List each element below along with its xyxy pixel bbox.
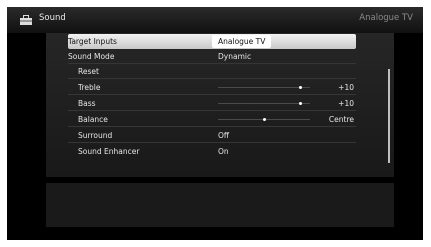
- slider-value: Centre: [328, 115, 354, 124]
- divider: [68, 94, 356, 95]
- menu-item-sound-enhancer[interactable]: Sound Enhancer On: [68, 144, 356, 159]
- scrollbar[interactable]: [388, 69, 390, 163]
- menu-item-value: Dynamic: [218, 52, 252, 61]
- menu-item-target-inputs[interactable]: Target Inputs Analogue TV: [68, 34, 356, 49]
- menu-item-label: Balance: [78, 115, 108, 124]
- balance-slider[interactable]: [218, 118, 310, 121]
- header-bar: Sound Analogue TV: [7, 7, 423, 33]
- slider-knob[interactable]: [299, 86, 303, 89]
- menu-item-balance[interactable]: Balance Centre: [68, 112, 356, 127]
- divider: [68, 142, 356, 143]
- sound-menu: Target Inputs Analogue TV Sound Mode Dyn…: [46, 33, 394, 177]
- toolbox-icon: [20, 15, 32, 25]
- treble-slider[interactable]: [218, 86, 310, 89]
- menu-item-value: On: [218, 147, 229, 156]
- menu-item-label: Treble: [78, 83, 101, 92]
- menu-item-sound-mode[interactable]: Sound Mode Dynamic: [68, 49, 356, 64]
- tv-screen: Sound Analogue TV Target Inputs Analogue…: [7, 7, 423, 240]
- bass-slider[interactable]: [218, 102, 310, 105]
- menu-item-value[interactable]: Analogue TV: [212, 35, 272, 48]
- menu-item-label: Target Inputs: [68, 37, 117, 46]
- description-panel: [46, 183, 394, 227]
- slider-value: +10: [338, 99, 354, 108]
- input-source-label: Analogue TV: [359, 13, 413, 23]
- menu-item-label: Sound Enhancer: [78, 147, 140, 156]
- page-title: Sound: [39, 13, 66, 23]
- divider: [68, 110, 356, 111]
- slider-value: +10: [338, 83, 354, 92]
- slider-knob[interactable]: [299, 102, 303, 105]
- menu-item-treble[interactable]: Treble +10: [68, 80, 356, 95]
- menu-item-label: Sound Mode: [68, 52, 115, 61]
- slider-knob[interactable]: [262, 118, 266, 121]
- menu-item-value: Off: [218, 131, 230, 140]
- menu-item-label: Surround: [78, 131, 113, 140]
- divider: [68, 126, 356, 127]
- menu-item-reset[interactable]: Reset: [68, 64, 356, 79]
- menu-item-label: Reset: [78, 67, 99, 76]
- divider: [68, 78, 356, 79]
- menu-item-surround[interactable]: Surround Off: [68, 128, 356, 143]
- menu-item-bass[interactable]: Bass +10: [68, 96, 356, 111]
- menu-item-label: Bass: [78, 99, 96, 108]
